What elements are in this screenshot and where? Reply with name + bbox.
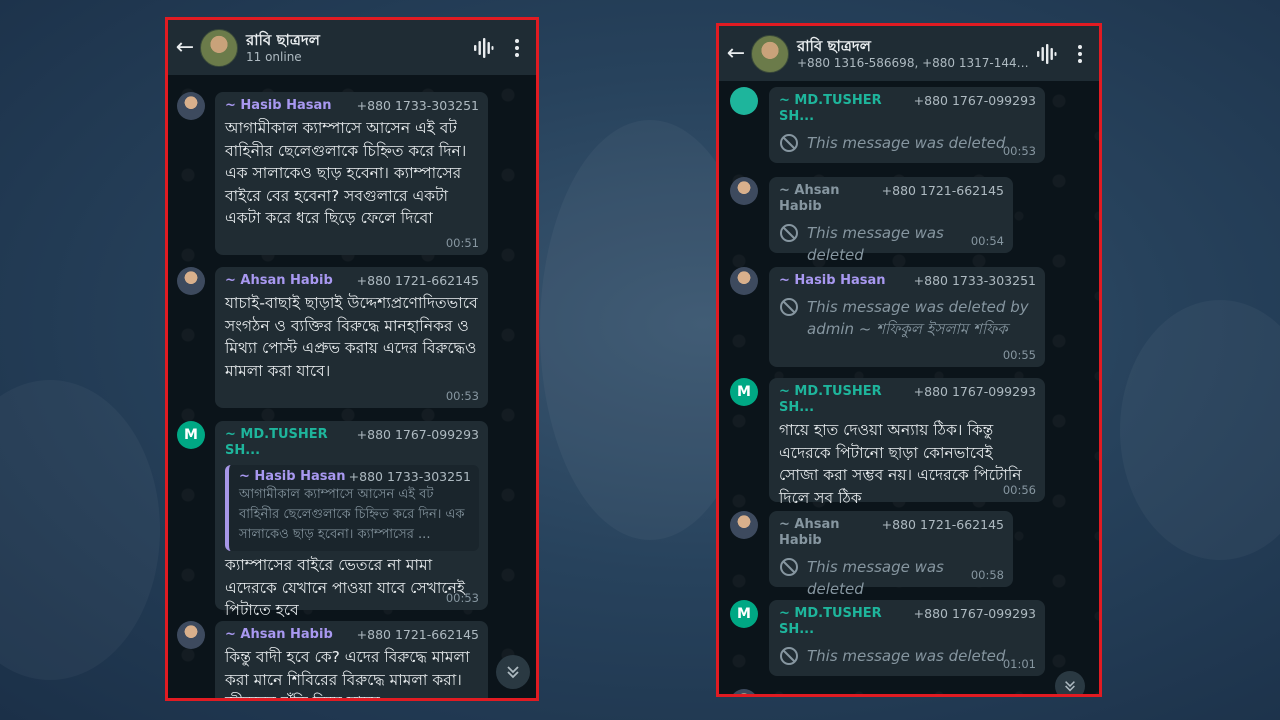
sender-phone: +880 1767-099293 bbox=[356, 427, 479, 442]
avatar[interactable] bbox=[730, 511, 758, 539]
message-text: আগামীকাল ক্যাম্পাসে আসেন এই বট বাহিনীর ছ… bbox=[225, 119, 467, 227]
back-arrow-icon[interactable]: ← bbox=[723, 41, 749, 66]
group-avatar[interactable] bbox=[751, 34, 789, 73]
deleted-ban-icon bbox=[780, 134, 798, 152]
message-text: ক্যাম্পাসের বাইরে ভেতরে না মামা এদেরকে য… bbox=[225, 556, 465, 619]
deleted-text: This message was deleted by admin ~ শফিক… bbox=[807, 298, 1029, 338]
sender-phone: +880 1733-303251 bbox=[356, 98, 479, 113]
avatar[interactable] bbox=[730, 177, 758, 205]
sender-phone: +880 1733-303251 bbox=[913, 273, 1036, 288]
voice-chat-icon[interactable] bbox=[1035, 43, 1057, 64]
message-bubble[interactable]: ~ MD.TUSHER SH... +880 1767-099293 ~ Has… bbox=[215, 421, 488, 619]
avatar[interactable]: M bbox=[177, 421, 205, 449]
sender-name[interactable]: ~ Hasib Hasan bbox=[779, 273, 886, 289]
message-time: 00:56 bbox=[1002, 483, 1036, 497]
avatar[interactable] bbox=[177, 92, 205, 120]
sender-phone: +880 1721-662145 bbox=[356, 627, 479, 642]
avatar[interactable] bbox=[730, 689, 758, 694]
sender-phone: +880 1767-099293 bbox=[913, 606, 1036, 621]
message-time: 00:51 bbox=[445, 236, 479, 250]
quoted-sender: ~ Hasib Hasan bbox=[239, 469, 346, 484]
message-text: কিন্তু বাদী হবে কে? এদের বিরুদ্ধে মামলা … bbox=[225, 648, 470, 698]
sender-phone: +880 1721-662145 bbox=[356, 273, 479, 288]
sender-name[interactable]: ~ MD.TUSHER SH... bbox=[779, 606, 914, 638]
chat-body[interactable]: ~ MD.TUSHER SH... +880 1767-099293 This … bbox=[719, 81, 1099, 694]
group-name: রাবি ছাত্রদল bbox=[797, 36, 871, 55]
avatar[interactable]: M bbox=[730, 378, 758, 406]
message-bubble[interactable]: ~ MD.TUSHER SH... +880 1767-099293 গায়ে… bbox=[769, 378, 1045, 507]
quoted-text: আগামীকাল ক্যাম্পাসে আসেন এই বট বাহিনীর ছ… bbox=[239, 487, 465, 542]
message-text: গায়ে হাত দেওয়া অন্যায় ঠিক। কিন্তু এদে… bbox=[779, 421, 1022, 507]
message-bubble[interactable]: ~ MD.TUSHER SH... +880 1767-099293 This … bbox=[769, 87, 1045, 163]
sender-phone: +880 1767-099293 bbox=[913, 93, 1036, 108]
avatar[interactable]: M bbox=[730, 600, 758, 628]
chat-header: ← রাবি ছাত্রদল +880 1316-586698, +880 13… bbox=[719, 26, 1099, 81]
double-chevron-down-icon bbox=[507, 666, 519, 679]
deleted-ban-icon bbox=[780, 647, 798, 665]
message-bubble[interactable]: ~ Ahsan Habib +880 1721-662145 This mess… bbox=[769, 511, 1013, 598]
avatar[interactable] bbox=[730, 267, 758, 295]
chat-body[interactable]: ~ Hasib Hasan +880 1733-303251 আগামীকাল … bbox=[168, 75, 536, 698]
message-bubble[interactable]: ~ Ahsan Habib +880 1721-662145 কিন্তু বা… bbox=[215, 621, 488, 698]
group-avatar[interactable] bbox=[200, 28, 238, 67]
deleted-ban-icon bbox=[780, 298, 798, 316]
sender-name[interactable]: ~ Ahsan Habib bbox=[779, 183, 882, 215]
deleted-text: This message was deleted bbox=[807, 647, 1006, 665]
sender-name[interactable]: ~ MD.TUSHER SH... bbox=[779, 384, 914, 416]
chat-header: ← রাবি ছাত্রদল 11 online bbox=[168, 20, 536, 75]
members-list: +880 1316-586698, +880 1317-1443... bbox=[797, 55, 1035, 70]
background-map-shape bbox=[0, 380, 160, 680]
quoted-phone: +880 1733-303251 bbox=[348, 469, 471, 484]
message-bubble[interactable]: ~ Ahsan Habib +880 1721-662145 যাচাই-বাছ… bbox=[215, 267, 488, 408]
group-name: রাবি ছাত্রদল bbox=[246, 30, 320, 49]
message-bubble[interactable]: ~ Hasib Hasan +880 1733-303251 আগামীকাল … bbox=[215, 92, 488, 255]
more-options-icon[interactable] bbox=[508, 38, 526, 57]
voice-chat-icon[interactable] bbox=[472, 37, 494, 58]
message-bubble[interactable]: ~ Ahsan Habib +880 1721-662145 This mess… bbox=[769, 177, 1013, 264]
message-time: 01:01 bbox=[1002, 657, 1036, 671]
deleted-text: This message was deleted bbox=[807, 134, 1006, 152]
header-text[interactable]: রাবি ছাত্রদল 11 online bbox=[246, 31, 472, 65]
scroll-down-button[interactable] bbox=[1055, 671, 1085, 694]
avatar[interactable] bbox=[177, 267, 205, 295]
deleted-ban-icon bbox=[780, 224, 798, 242]
message-time: 00:53 bbox=[445, 591, 479, 605]
message-time: 00:54 bbox=[970, 234, 1004, 248]
sender-name[interactable]: ~ Ahsan Habib bbox=[225, 273, 333, 289]
sender-name[interactable]: ~ Hasib Hasan bbox=[225, 98, 332, 114]
sender-phone: +880 1721-662145 bbox=[881, 517, 1004, 532]
scroll-down-button[interactable] bbox=[496, 655, 530, 689]
sender-name[interactable]: ~ MD.TUSHER SH... bbox=[225, 427, 357, 459]
sender-name[interactable]: ~ Ahsan Habib bbox=[779, 517, 882, 549]
double-chevron-down-icon bbox=[1065, 681, 1075, 692]
message-bubble[interactable]: ~ MD.TUSHER SH... +880 1767-099293 This … bbox=[769, 600, 1045, 676]
message-time: 00:58 bbox=[970, 568, 1004, 582]
quoted-message[interactable]: ~ Hasib Hasan +880 1733-303251 আগামীকাল … bbox=[225, 465, 479, 551]
more-options-icon[interactable] bbox=[1071, 44, 1089, 63]
sender-name[interactable]: ~ MD.TUSHER SH... bbox=[779, 93, 914, 125]
online-status: 11 online bbox=[246, 49, 302, 64]
back-arrow-icon[interactable]: ← bbox=[172, 35, 198, 60]
avatar[interactable] bbox=[177, 621, 205, 649]
avatar[interactable] bbox=[730, 87, 758, 115]
header-text[interactable]: রাবি ছাত্রদল +880 1316-586698, +880 1317… bbox=[797, 37, 1035, 71]
message-time: 00:53 bbox=[1002, 144, 1036, 158]
sender-phone: +880 1721-662145 bbox=[881, 183, 1004, 198]
left-chat-screenshot: ← রাবি ছাত্রদল 11 online ~ Hasib Hasan +… bbox=[165, 17, 539, 701]
right-chat-screenshot: ← রাবি ছাত্রদল +880 1316-586698, +880 13… bbox=[716, 23, 1102, 697]
background-map-shape bbox=[1120, 300, 1280, 560]
message-bubble[interactable]: ~ Hasib Hasan +880 1733-303251 This mess… bbox=[769, 267, 1045, 367]
sender-name[interactable]: ~ Ahsan Habib bbox=[225, 627, 333, 643]
message-time: 00:55 bbox=[1002, 348, 1036, 362]
sender-phone: +880 1767-099293 bbox=[913, 384, 1036, 399]
deleted-ban-icon bbox=[780, 558, 798, 576]
message-time: 00:53 bbox=[445, 389, 479, 403]
message-text: যাচাই-বাছাই ছাড়াই উদ্দেশ্যপ্রণোদিতভাবে … bbox=[225, 294, 478, 380]
